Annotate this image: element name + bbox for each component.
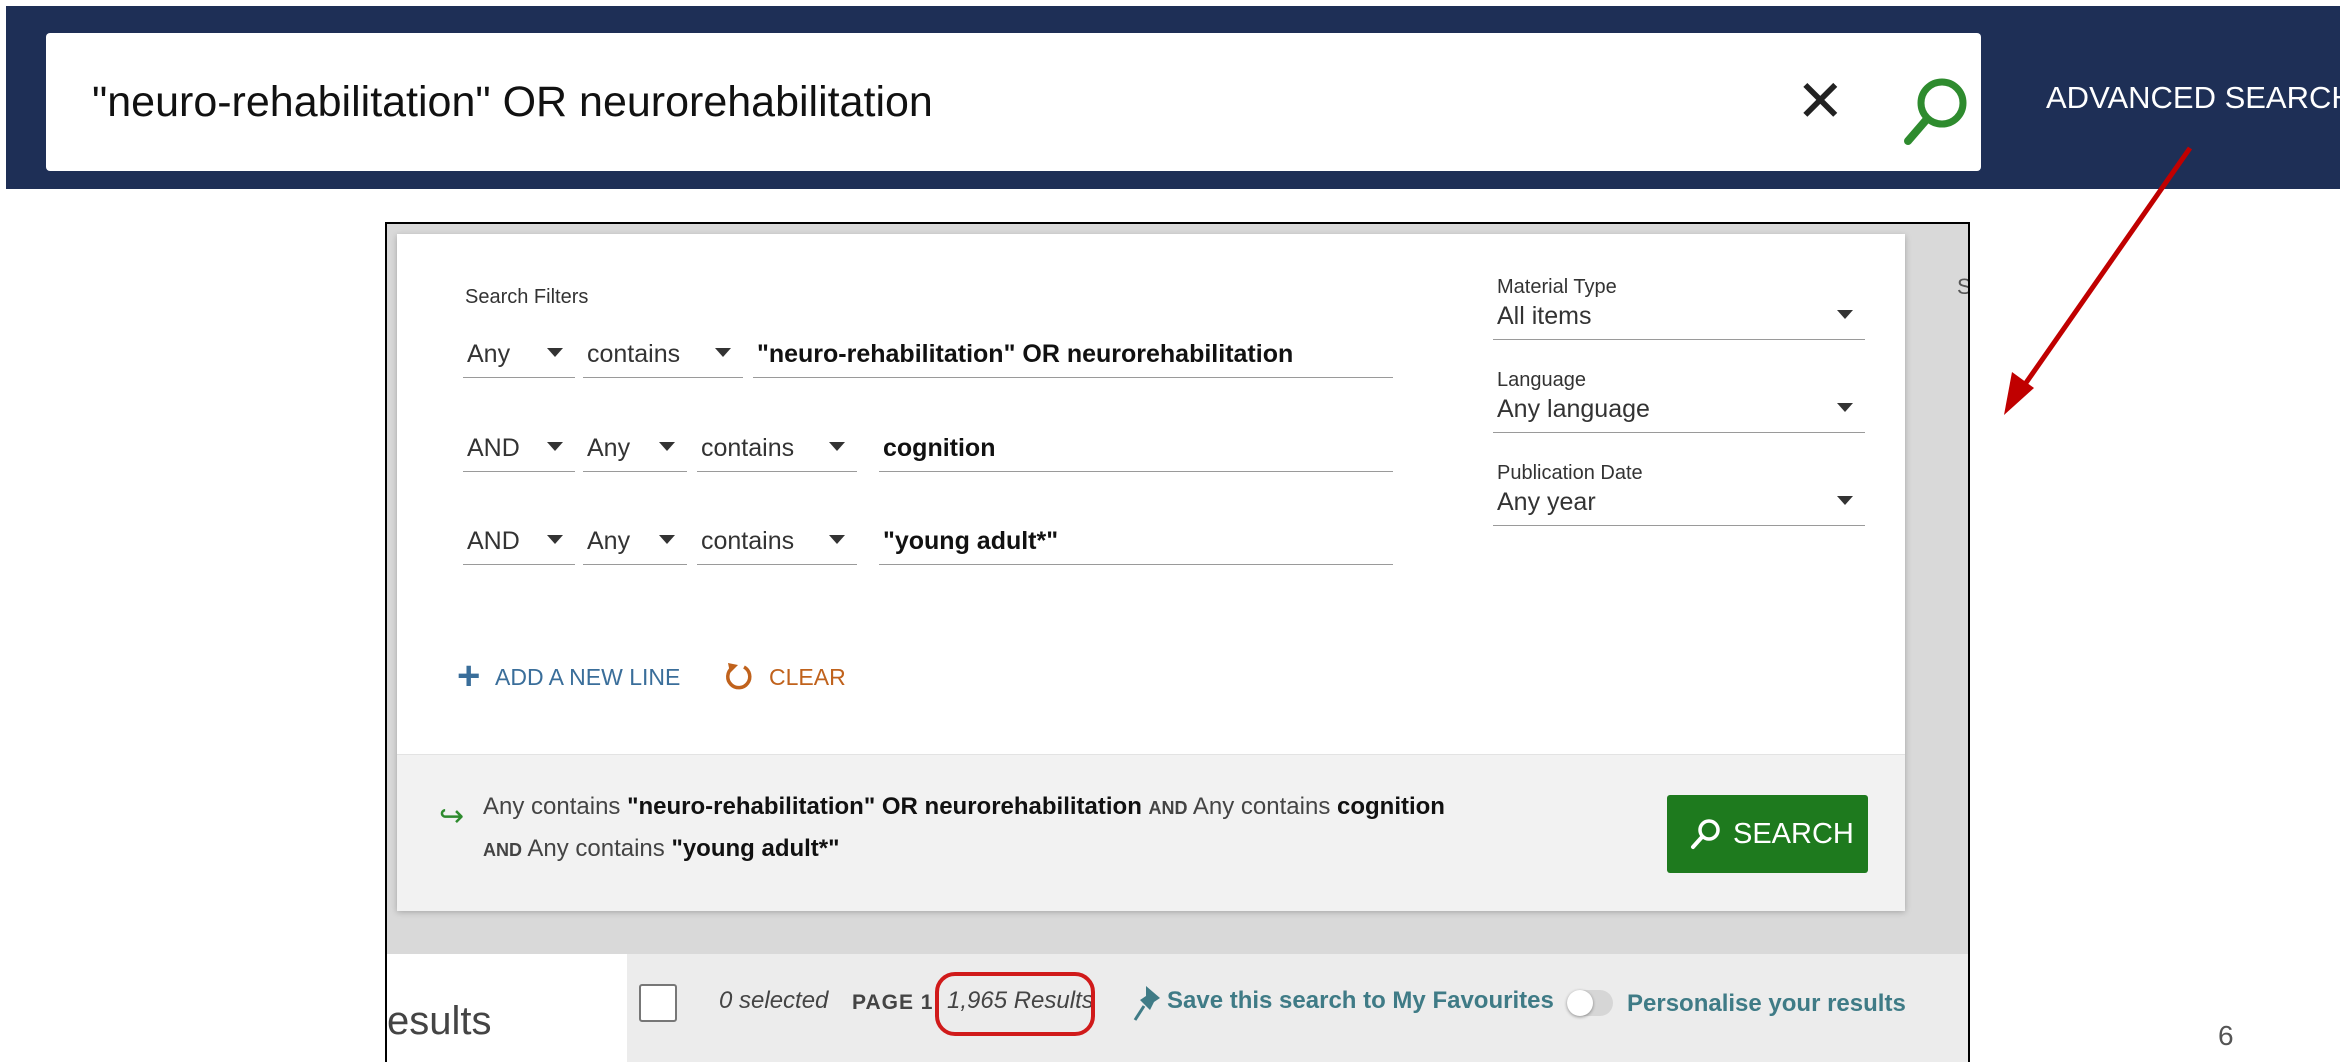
edge-text: S — [1957, 274, 1968, 300]
chevron-down-icon — [715, 348, 731, 357]
annotation-arrow — [2004, 146, 2193, 415]
chevron-down-icon — [659, 535, 675, 544]
arrow-right-icon: ↪ — [439, 800, 465, 833]
chevron-down-icon — [829, 535, 845, 544]
chevron-down-icon — [1837, 310, 1853, 319]
chevron-down-icon — [1837, 403, 1853, 412]
selected-count: 0 selected — [719, 987, 829, 1014]
highlight-oval — [935, 972, 1095, 1036]
slide-number: 6 — [2218, 1020, 2234, 1051]
select-all-checkbox[interactable] — [639, 984, 677, 1022]
personalise-link[interactable]: Personalise your results — [1627, 990, 1906, 1018]
advanced-search-screenshot: S Search Filters Any contains "neuro-reh… — [385, 222, 1970, 1062]
summary-line-2: AND Any contains "young adult*" — [483, 835, 840, 862]
row3-operator-select[interactable]: contains — [697, 521, 857, 565]
chevron-down-icon — [547, 348, 563, 357]
row3-field-select[interactable]: Any — [583, 521, 687, 565]
row2-boolean-select[interactable]: AND — [463, 428, 575, 472]
reset-icon[interactable] — [722, 659, 756, 693]
material-type-select[interactable]: All items — [1493, 296, 1865, 340]
row1-value-input[interactable]: "neuro-rehabilitation" OR neurorehabilit… — [753, 334, 1393, 378]
chevron-down-icon — [1837, 496, 1853, 505]
results-heading: esults — [387, 999, 492, 1043]
clear-button[interactable]: CLEAR — [769, 664, 846, 691]
advanced-search-panel: Search Filters Any contains "neuro-rehab… — [397, 234, 1905, 911]
chevron-down-icon — [547, 442, 563, 451]
row3-boolean-select[interactable]: AND — [463, 521, 575, 565]
personalise-toggle[interactable] — [1567, 990, 1613, 1016]
search-box[interactable]: "neuro-rehabilitation" OR neurorehabilit… — [46, 33, 1981, 171]
chevron-down-icon — [659, 442, 675, 451]
language-select[interactable]: Any language — [1493, 389, 1865, 433]
row2-field-select[interactable]: Any — [583, 428, 687, 472]
search-button[interactable]: SEARCH — [1667, 795, 1868, 873]
pin-icon[interactable] — [1132, 984, 1164, 1024]
search-icon[interactable] — [1896, 71, 1976, 151]
plus-icon[interactable]: + — [457, 654, 480, 699]
chevron-down-icon — [829, 442, 845, 451]
search-filters-label: Search Filters — [465, 286, 589, 308]
page-label: PAGE 1 — [852, 991, 934, 1014]
row2-operator-select[interactable]: contains — [697, 428, 857, 472]
chevron-down-icon — [547, 535, 563, 544]
row1-operator-select[interactable]: contains — [583, 334, 743, 378]
row2-value-input[interactable]: cognition — [879, 428, 1393, 472]
row1-field-select[interactable]: Any — [463, 334, 575, 378]
save-search-link[interactable]: Save this search to My Favourites — [1167, 987, 1554, 1015]
summary-line-1: Any contains "neuro-rehabilitation" OR n… — [483, 793, 1445, 820]
toggle-knob — [1567, 990, 1593, 1016]
add-new-line-button[interactable]: ADD A NEW LINE — [495, 664, 680, 691]
row3-value-input[interactable]: "young adult*" — [879, 521, 1393, 565]
publication-date-select[interactable]: Any year — [1493, 482, 1865, 526]
search-query-text[interactable]: "neuro-rehabilitation" OR neurorehabilit… — [92, 33, 933, 171]
search-icon — [1691, 819, 1720, 849]
close-icon[interactable]: ✕ — [1796, 33, 1845, 171]
